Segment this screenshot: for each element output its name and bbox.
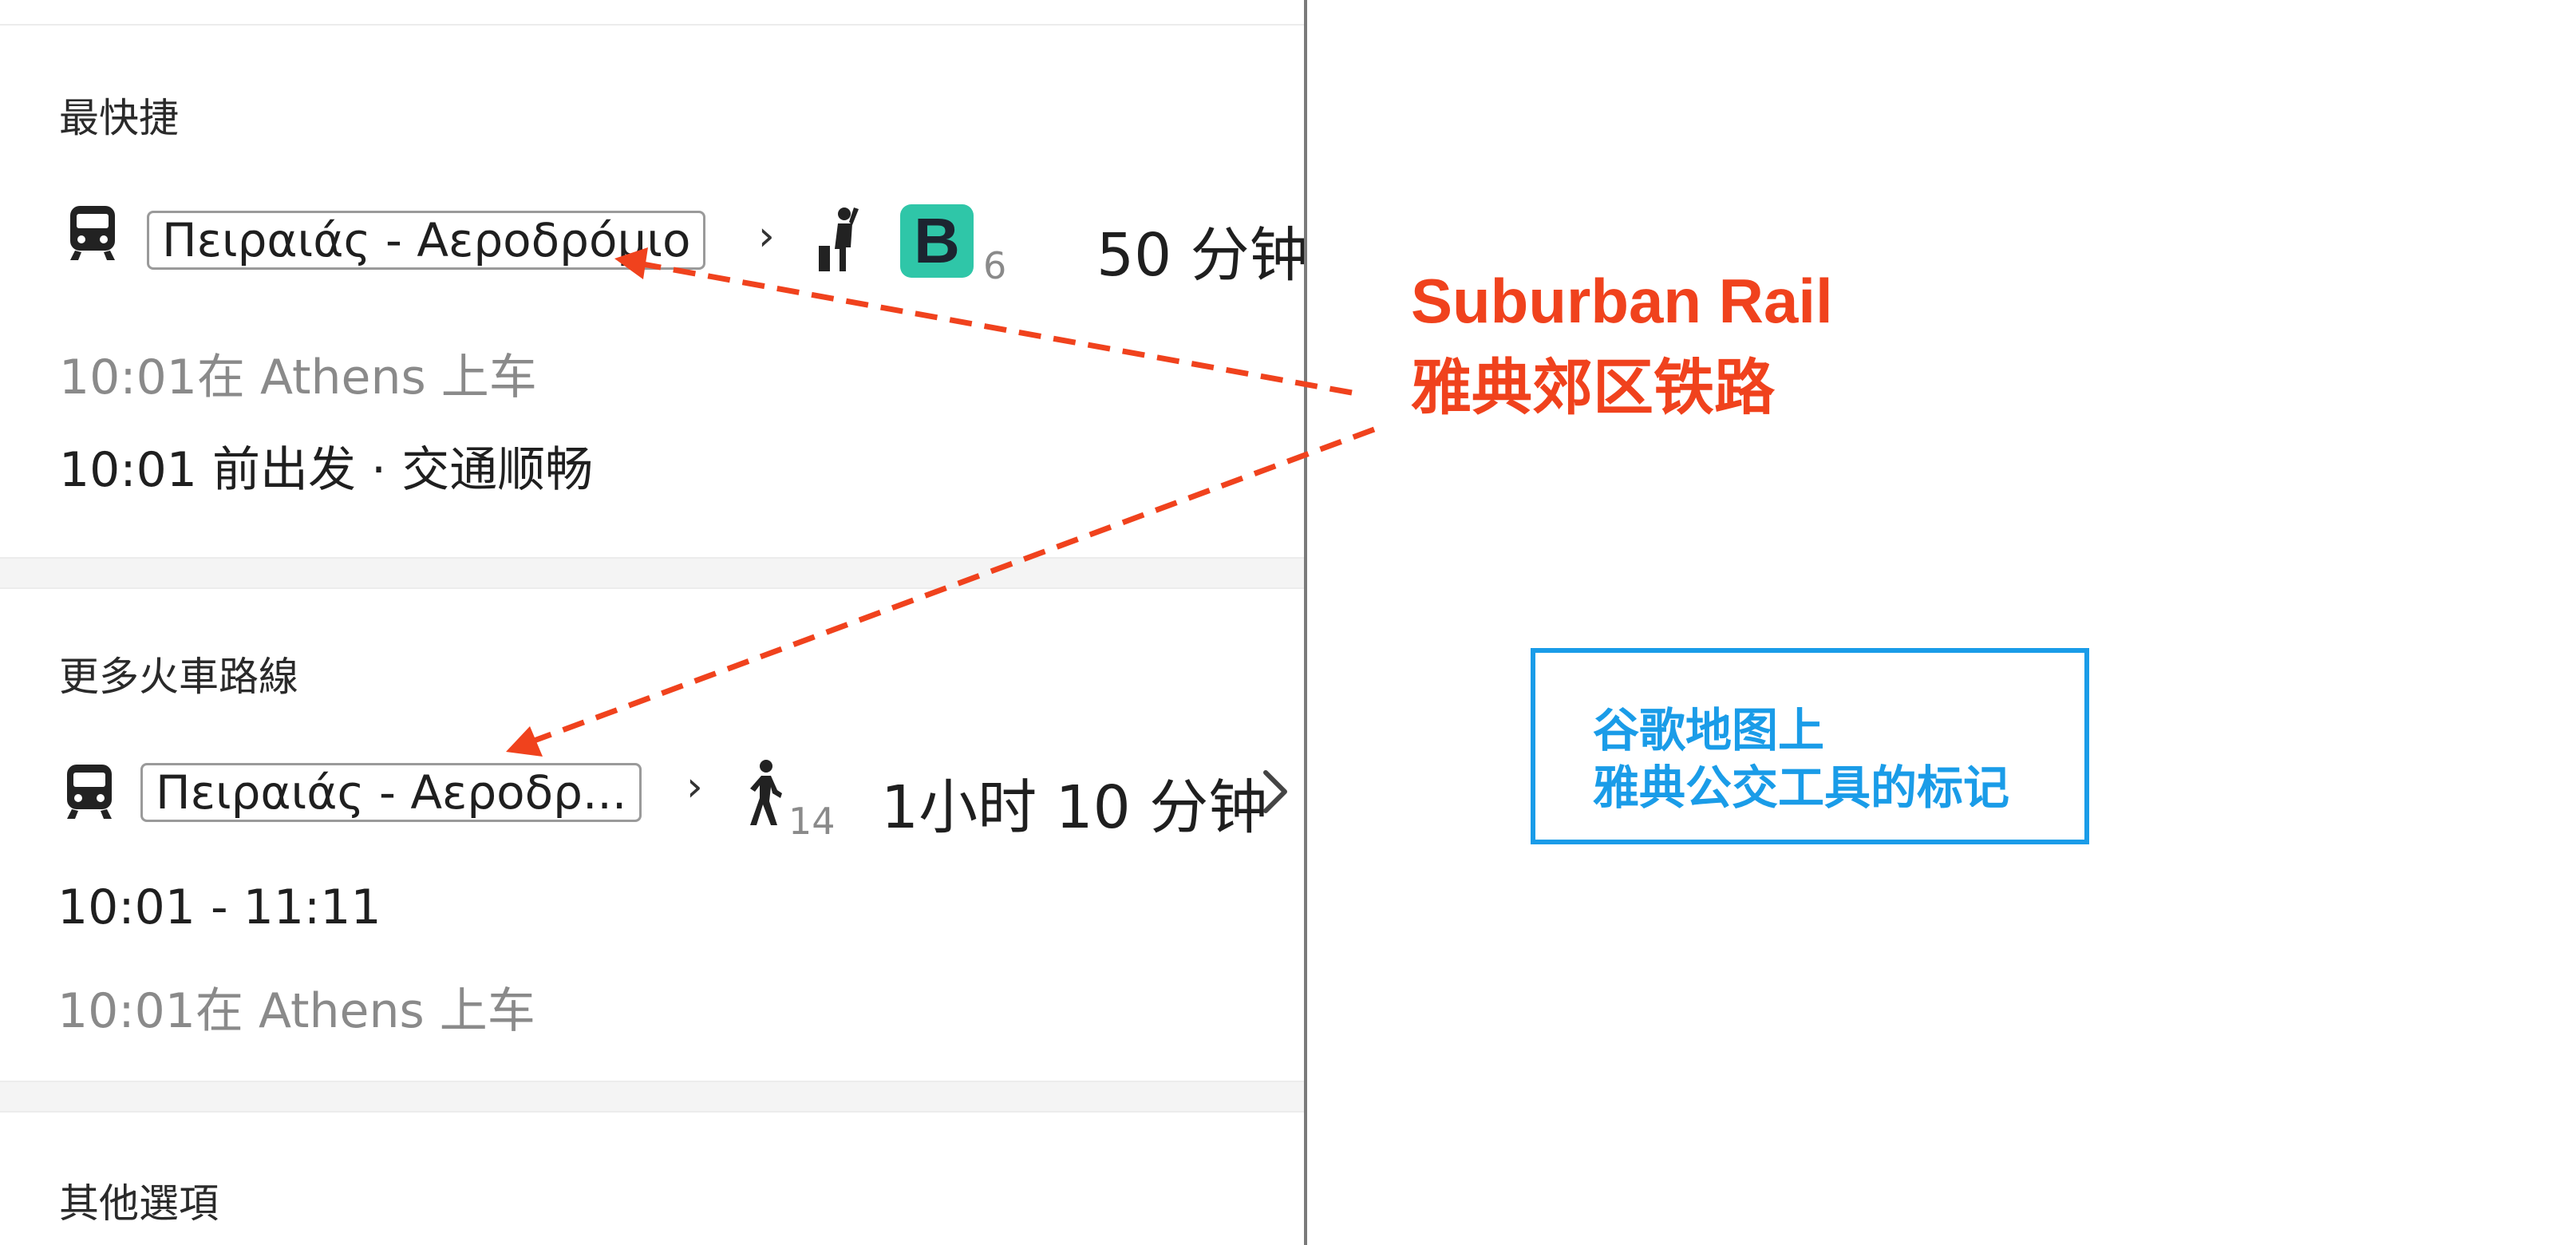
arrow-to-fastest-route	[638, 260, 1353, 396]
arrowhead	[614, 247, 648, 279]
arrow-to-more-trains-route	[528, 426, 1376, 745]
annotation-arrows	[506, 247, 1376, 757]
